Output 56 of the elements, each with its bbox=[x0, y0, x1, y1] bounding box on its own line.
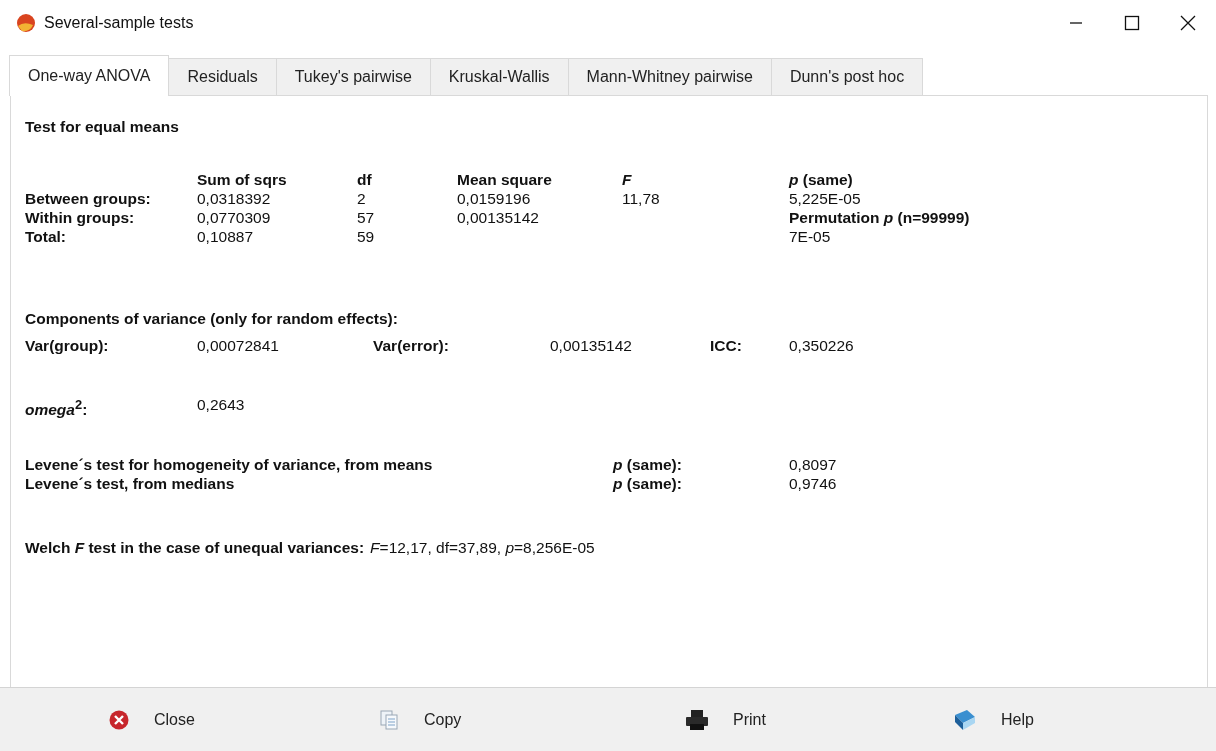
table-cell-text: 0,10887 bbox=[197, 227, 255, 246]
column-header: Sum of sqrs bbox=[197, 170, 288, 189]
tab[interactable]: Dunn's post hoc bbox=[770, 58, 924, 95]
test-label: Levene´s test for homogeneity of variance, from means bbox=[25, 455, 434, 475]
row-label: Between groups: bbox=[25, 189, 152, 208]
section-heading: Test for equal means bbox=[25, 118, 180, 136]
column-header: p (same) bbox=[789, 170, 854, 189]
table-cell-text: 59 bbox=[357, 227, 376, 246]
tab[interactable]: Mann-Whitney pairwise bbox=[567, 58, 772, 95]
table-cell-text: 11,78 bbox=[622, 189, 661, 208]
window-title: Several-sample tests bbox=[44, 14, 194, 32]
tab[interactable]: Tukey's pairwise bbox=[275, 58, 431, 95]
table-cell-text: 7E-05 bbox=[789, 227, 832, 246]
column-header: Mean square bbox=[457, 170, 553, 189]
column-header: F bbox=[622, 170, 633, 189]
test-label: Levene´s test, from medians bbox=[25, 474, 236, 494]
table-cell-text: 2 bbox=[357, 189, 367, 208]
stat-value: 0,8097 bbox=[789, 455, 838, 475]
table-cell-text: 0,0318392 bbox=[197, 189, 272, 208]
tab[interactable]: Kruskal-Wallis bbox=[429, 58, 569, 95]
close-icon bbox=[108, 708, 130, 731]
table-cell-text: 0,00135142 bbox=[457, 208, 540, 227]
stat-value: 0,350226 bbox=[789, 336, 855, 355]
maximize-icon bbox=[1124, 15, 1140, 31]
action-button[interactable]: Print bbox=[677, 702, 774, 737]
row-label: Total: bbox=[25, 227, 68, 246]
row-label: Within groups: bbox=[25, 208, 136, 227]
stat-label: p (same): bbox=[613, 455, 683, 475]
stat-label: Var(error): bbox=[373, 336, 450, 355]
action-button[interactable]: Close bbox=[100, 702, 203, 737]
test-result: F=12,17, df=37,89, p=8,256E-05 bbox=[370, 539, 595, 558]
stat-value: 0,00072841 bbox=[197, 336, 280, 355]
close-icon bbox=[1180, 15, 1196, 31]
stat-label: p (same): bbox=[613, 474, 683, 494]
table-cell-text: 0,0159196 bbox=[457, 189, 532, 208]
document-icon bbox=[378, 708, 400, 731]
table-cell-text: 0,0770309 bbox=[197, 208, 272, 227]
stat-value: 0,2643 bbox=[197, 395, 246, 415]
app-logo-icon bbox=[16, 13, 36, 33]
stat-label: omega$^{2}$: bbox=[25, 396, 89, 420]
minimize-icon bbox=[1068, 22, 1084, 24]
table-cell-text: 5,225E-05 bbox=[789, 189, 862, 208]
stat-label: ICC: bbox=[710, 336, 743, 355]
section-heading: Components of variance (only for random effects): bbox=[25, 309, 399, 328]
test-label: Welch F test in the case of unequal variances: bbox=[25, 539, 365, 558]
action-button[interactable]: Copy bbox=[370, 702, 470, 737]
tab[interactable]: Residuals bbox=[168, 58, 277, 95]
stat-label: Var(group): bbox=[25, 336, 110, 355]
printer-icon bbox=[685, 708, 709, 731]
action-button[interactable]: Help bbox=[945, 702, 1042, 737]
tab[interactable]: One-way ANOVA bbox=[9, 55, 170, 96]
column-header: df bbox=[357, 170, 373, 189]
stat-value: 0,00135142 bbox=[550, 336, 633, 355]
stat-value: 0,9746 bbox=[789, 474, 838, 494]
table-cell-text: 57 bbox=[357, 208, 376, 227]
table-cell-text: Permutation p (n=99999) bbox=[789, 208, 971, 227]
